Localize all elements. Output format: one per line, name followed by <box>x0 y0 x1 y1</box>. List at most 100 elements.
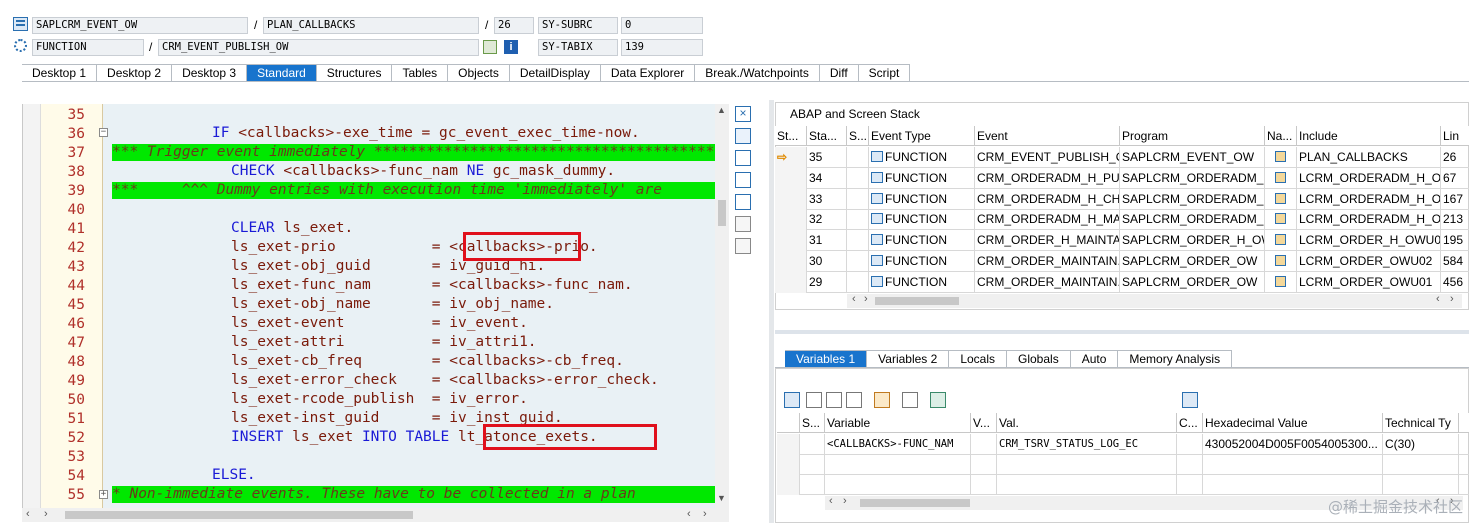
navigate-source-icon[interactable] <box>1275 192 1286 204</box>
variables-column-header[interactable]: Hexadecimal Value <box>1203 413 1383 433</box>
stack-column-header[interactable]: Event <box>975 126 1120 146</box>
info-icon[interactable]: i <box>504 40 518 54</box>
navigate-source-icon[interactable] <box>1275 151 1286 162</box>
chevron-down-icon[interactable]: ▼ <box>717 493 726 503</box>
delete-row-icon[interactable] <box>846 392 862 408</box>
stack-column-header[interactable]: Event Type <box>869 126 975 146</box>
tab-desktop-1[interactable]: Desktop 1 <box>22 65 98 82</box>
variables-row[interactable]: <CALLBACKS>-FUNC_NAM CRM_TSRV_STATUS_LOG_… <box>777 434 1469 455</box>
code-editor[interactable]: 35 36 37 38 39 40 41 42 43 44 45 46 47 48 49 50 51 52 53 54… <box>22 104 715 508</box>
folder-icon[interactable] <box>930 392 946 408</box>
stack-row[interactable]: 29 FUNCTION CRM_ORDER_MAINTAIN... SAPLCRM_O… <box>775 271 1469 293</box>
editor-scroll-thumb[interactable] <box>718 200 726 226</box>
new-window-icon[interactable] <box>735 128 751 144</box>
stack-row[interactable]: ⇨ 35 FUNCTION CRM_EVENT_PUBLISH_O... SAPLCRM… <box>775 147 1469 168</box>
navigate-source-icon[interactable] <box>1275 171 1286 183</box>
tab-desktop-2[interactable]: Desktop 2 <box>97 65 173 82</box>
variables-column-header[interactable]: S... <box>800 413 825 433</box>
vartab-variables-1[interactable]: Variables 1 <box>785 351 868 368</box>
tab-data-explorer[interactable]: Data Explorer <box>600 65 696 82</box>
navigate-source-icon[interactable] <box>1275 255 1286 266</box>
navigate-source-icon[interactable] <box>1275 213 1286 225</box>
tab-standard[interactable]: Standard <box>247 65 317 82</box>
chevron-right-icon[interactable]: › <box>1450 293 1454 305</box>
chevron-right-icon[interactable]: › <box>864 293 868 305</box>
save-icon[interactable] <box>1182 392 1198 408</box>
navigate-source-icon[interactable] <box>1275 234 1286 246</box>
chevron-up-icon[interactable]: ▲ <box>717 105 726 115</box>
tab-desktop-3[interactable]: Desktop 3 <box>172 65 248 82</box>
editor-hscroll-thumb[interactable] <box>65 511 413 519</box>
vartab-locals[interactable]: Locals <box>949 351 1007 368</box>
swap-icon[interactable] <box>735 150 751 166</box>
variables-column-header[interactable] <box>777 413 800 433</box>
stack-column-header[interactable]: Lin <box>1441 126 1469 146</box>
variables-cell-variable[interactable] <box>825 454 971 475</box>
tab-objects[interactable]: Objects <box>448 65 510 82</box>
tab-diff[interactable]: Diff <box>819 65 859 82</box>
stack-column-header[interactable]: Include <box>1297 126 1441 146</box>
tab-script[interactable]: Script <box>858 65 911 82</box>
tab-detaildisplay[interactable]: DetailDisplay <box>509 65 601 82</box>
chevron-left-icon[interactable]: ‹ <box>829 495 833 507</box>
stack-row[interactable]: 32 FUNCTION CRM_ORDERADM_H_MAI... SAPLCRM_O… <box>775 209 1469 231</box>
vartab-memory-analysis[interactable]: Memory Analysis <box>1118 351 1233 368</box>
tab-tables[interactable]: Tables <box>392 65 449 82</box>
variables-column-header[interactable]: Variable <box>825 413 971 433</box>
chevron-right-icon[interactable]: › <box>703 508 707 520</box>
variables-column-header[interactable]: V... <box>971 413 997 433</box>
chevron-right-icon[interactable]: › <box>843 495 847 507</box>
insert-row-icon[interactable] <box>806 392 822 408</box>
chevron-left-icon[interactable]: ‹ <box>687 508 691 520</box>
maximize-icon[interactable] <box>735 172 751 188</box>
pane-splitter[interactable] <box>769 100 774 523</box>
delete-icon[interactable] <box>784 392 800 408</box>
stack-row[interactable]: 33 FUNCTION CRM_ORDERADM_H_CHA...SAPLCRM_O… <box>775 188 1469 210</box>
vartab-auto[interactable]: Auto <box>1071 351 1119 368</box>
stack-column-header[interactable]: Sta... <box>807 126 847 146</box>
variables-cell-value[interactable] <box>997 474 1177 495</box>
tab-break-watchpoints[interactable]: Break./Watchpoints <box>695 65 820 82</box>
edit-row-icon[interactable] <box>826 392 842 408</box>
variables-cell-value[interactable] <box>997 454 1177 475</box>
vartab-variables-2[interactable]: Variables 2 <box>867 351 950 368</box>
stack-hscroll-thumb[interactable] <box>875 297 959 305</box>
program-field[interactable]: SAPLCRM_EVENT_OW <box>32 17 248 34</box>
stack-column-header[interactable]: Program <box>1120 126 1265 146</box>
fold-toggle-icon[interactable]: + <box>99 490 108 499</box>
event-field[interactable]: CRM_EVENT_PUBLISH_OW <box>158 39 479 56</box>
fold-toggle-icon[interactable]: − <box>99 128 108 137</box>
chevron-left-icon[interactable]: ‹ <box>852 293 856 305</box>
panel-splitter[interactable] <box>775 330 1469 334</box>
include-field[interactable]: PLAN_CALLBACKS <box>263 17 479 34</box>
line-field[interactable]: 26 <box>494 17 534 34</box>
variables-column-header[interactable]: Technical Ty <box>1383 413 1459 433</box>
stack-row[interactable]: 31 FUNCTION CRM_ORDER_H_MAINTA... SAPLCRM_O… <box>775 230 1469 252</box>
variables-hscroll-thumb[interactable] <box>860 499 970 507</box>
vartab-globals[interactable]: Globals <box>1007 351 1071 368</box>
stack-row[interactable]: 30 FUNCTION CRM_ORDER_MAINTAIN... SAPLCRM_O… <box>775 251 1469 272</box>
navigate-source-icon[interactable] <box>1275 275 1286 287</box>
stack-column-header[interactable]: Na... <box>1265 126 1297 146</box>
split-icon[interactable] <box>735 194 751 210</box>
tools-icon[interactable] <box>735 216 751 232</box>
stack-column-header[interactable]: S... <box>847 126 869 146</box>
chevron-left-icon[interactable]: ‹ <box>1436 293 1440 305</box>
subrc-value[interactable]: 0 <box>621 17 703 34</box>
variables-row[interactable] <box>777 454 1469 475</box>
variables-cell-value[interactable]: CRM_TSRV_STATUS_LOG_EC <box>997 434 1177 455</box>
close-icon[interactable]: × <box>735 106 751 122</box>
transfer-icon[interactable] <box>902 392 918 408</box>
tabix-value[interactable]: 139 <box>621 39 703 56</box>
navigate-icon[interactable] <box>483 40 497 54</box>
variables-column-header[interactable]: C... <box>1177 413 1203 433</box>
variables-cell-variable[interactable]: <CALLBACKS>-FUNC_NAM <box>825 434 971 455</box>
chevron-right-icon[interactable]: › <box>44 508 48 520</box>
stack-row[interactable]: 34 FUNCTION CRM_ORDERADM_H_PUB...SAPLCRM_O… <box>775 167 1469 189</box>
variables-column-header[interactable]: Val. <box>997 413 1177 433</box>
stack-column-header[interactable]: St... <box>775 126 807 146</box>
variables-cell-variable[interactable] <box>825 474 971 495</box>
variables-row[interactable] <box>777 474 1469 495</box>
chevron-left-icon[interactable]: ‹ <box>26 508 30 520</box>
event-type-field[interactable]: FUNCTION <box>32 39 144 56</box>
